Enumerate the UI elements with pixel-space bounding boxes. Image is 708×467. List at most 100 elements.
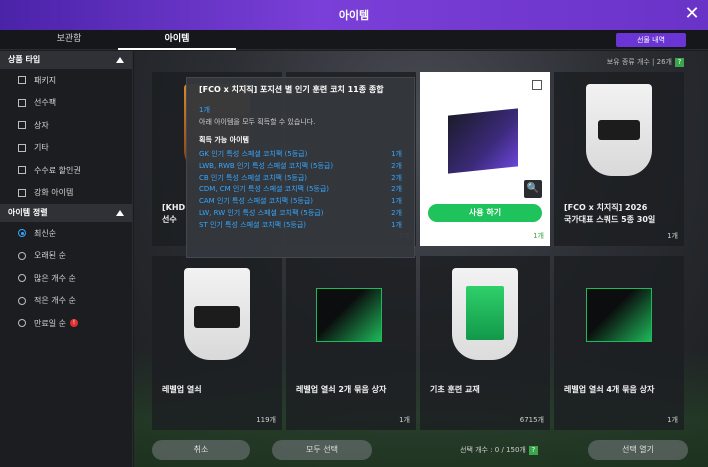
sort-expiry[interactable]: 만료일 순! — [0, 312, 132, 335]
item-count: 1개 — [667, 232, 678, 240]
item-tooltip: [FCO x 치지직] 포지션 별 인기 훈련 코치 11종 종합 1개 아래 … — [186, 77, 415, 258]
tooltip-row: LW, RW 인기 특성 스페셜 코치팩 (5등급) 2개 — [199, 208, 402, 220]
filter-player-pack[interactable]: 선수팩 — [0, 92, 132, 115]
radio[interactable] — [18, 296, 26, 305]
sort-label: 적은 개수 순 — [34, 296, 76, 306]
checkbox[interactable] — [18, 143, 26, 152]
item-image — [448, 108, 518, 174]
help-icon[interactable]: ? — [675, 58, 684, 67]
reward-qty: 2개 — [391, 173, 402, 182]
key-box-icon — [598, 120, 640, 140]
cancel-button[interactable]: 취소 — [152, 440, 250, 460]
use-button[interactable]: 사용 하기 — [428, 204, 542, 222]
zoom-icon[interactable]: 🔍 — [524, 180, 542, 198]
item-sort-header[interactable]: 아이템 정렬 — [0, 204, 132, 222]
reward-name: GK 인기 특성 스페셜 코치팩 (5등급) — [199, 150, 308, 158]
item-name: 레벨업 열쇠 2개 묶음 상자 — [296, 385, 387, 394]
item-count: 119개 — [256, 416, 276, 424]
radio[interactable] — [18, 229, 26, 238]
reward-name: ST 인기 특성 스페셜 코치팩 (5등급) — [199, 220, 307, 229]
item-card[interactable]: 레벨업 열쇠 119개 — [152, 256, 282, 430]
item-image — [586, 288, 652, 342]
item-name: [KHD — [162, 203, 186, 212]
item-count: 1개 — [399, 416, 410, 424]
item-name: 레벨업 열쇠 4개 묶음 상자 — [564, 385, 655, 394]
checkbox[interactable] — [18, 121, 26, 130]
selected-count: 선택 개수 : 0 / 150개? — [460, 445, 538, 455]
tooltip-obtainable-header: 획득 가능 아이템 — [199, 136, 249, 144]
owned-count-value: 26개 — [656, 58, 672, 66]
select-checkbox[interactable] — [532, 80, 542, 90]
bottom-action-bar: 취소 모두 선택 선택 개수 : 0 / 150개? 선택 열기 — [134, 436, 708, 467]
radio[interactable] — [18, 319, 26, 328]
filter-enhance-item[interactable]: 강화 아이템 — [0, 182, 132, 205]
sort-label: 만료일 순 — [34, 318, 66, 328]
reward-qty: 2개 — [391, 208, 402, 217]
item-card[interactable]: 기초 훈련 교재 6715개 — [420, 256, 550, 430]
checkbox[interactable] — [18, 188, 26, 197]
sort-least-count[interactable]: 적은 개수 순 — [0, 290, 132, 313]
radio[interactable] — [18, 251, 26, 260]
tab-items[interactable]: 아이템 — [118, 30, 236, 50]
reward-qty: 1개 — [391, 150, 402, 158]
sort-oldest[interactable]: 오래된 순 — [0, 245, 132, 268]
filter-box[interactable]: 상자 — [0, 114, 132, 137]
checkbox[interactable] — [18, 76, 26, 85]
item-card[interactable]: [FCO x 치지직] 2026 국가대표 스쿼드 5종 30일 1개 — [554, 72, 684, 246]
filter-etc[interactable]: 기타 — [0, 137, 132, 160]
gift-history-button[interactable]: 선물 내역 — [616, 33, 686, 47]
item-card[interactable]: 레벨업 열쇠 2개 묶음 상자 1개 — [286, 256, 416, 430]
sort-newest[interactable]: 최신순 — [0, 222, 132, 245]
tooltip-row: CDM, CM 인기 특성 스페셜 코치팩 (5등급) 2개 — [199, 184, 402, 196]
help-icon[interactable]: ? — [528, 446, 538, 455]
radio[interactable] — [18, 274, 26, 283]
item-name-line2: 선수 — [162, 215, 177, 224]
filter-label: 패키지 — [34, 75, 57, 85]
sort-label: 오래된 순 — [34, 251, 66, 261]
filter-fee-coupon[interactable]: 수수료 할인권 — [0, 159, 132, 182]
reward-name: CB 인기 특성 스페셜 코치팩 (5등급) — [199, 173, 308, 182]
item-name: [FCO x 치지직] 2026 — [564, 203, 648, 212]
filter-package[interactable]: 패키지 — [0, 69, 132, 92]
tab-storage[interactable]: 보관함 — [10, 30, 128, 50]
collapse-arrow-icon[interactable] — [116, 57, 124, 63]
item-image — [316, 288, 382, 342]
checkbox[interactable] — [18, 98, 26, 107]
collapse-arrow-icon[interactable] — [116, 210, 124, 216]
item-sort-title: 아이템 정렬 — [8, 208, 48, 217]
tooltip-row: GK 인기 특성 스페셜 코치팩 (5등급) 1개 — [199, 149, 402, 161]
tooltip-row: CB 인기 특성 스페셜 코치팩 (5등급) 2개 — [199, 173, 402, 185]
key-box-icon — [194, 306, 240, 328]
reward-name: CDM, CM 인기 특성 스페셜 코치팩 (5등급) — [199, 185, 330, 194]
owned-count: 보유 종류 개수 | 26개? — [607, 57, 684, 67]
checkbox[interactable] — [18, 166, 26, 175]
reward-qty: 2개 — [391, 185, 402, 194]
select-all-button[interactable]: 모두 선택 — [272, 440, 372, 460]
tooltip-description: 아래 아이템을 모두 획득할 수 있습니다. — [199, 118, 316, 126]
window-title: 아이템 — [338, 9, 370, 22]
item-card[interactable]: 레벨업 열쇠 4개 묶음 상자 1개 — [554, 256, 684, 430]
tooltip-row: CAM 인기 특성 스페셜 코치팩 (5등급) 1개 — [199, 196, 402, 208]
filter-label: 강화 아이템 — [34, 188, 74, 198]
product-type-header[interactable]: 상품 타입 — [0, 51, 132, 69]
reward-qty: 2개 — [391, 161, 402, 170]
close-icon[interactable]: ✕ — [682, 5, 702, 25]
item-card-selected[interactable]: 🔍 사용 하기 1개 — [420, 72, 550, 246]
tooltip-quantity: 1개 — [199, 106, 210, 114]
product-type-title: 상품 타입 — [8, 55, 41, 64]
reward-name: CAM 인기 특성 스페셜 코치팩 (5등급) — [199, 197, 314, 206]
tooltip-row: LWB, RWB 인기 특성 스페셜 코치팩 (5등급) 2개 — [199, 161, 402, 173]
filter-label: 상자 — [34, 120, 49, 130]
item-image — [586, 84, 652, 176]
reward-qty: 1개 — [391, 220, 402, 229]
filter-label: 수수료 할인권 — [34, 165, 81, 175]
item-count: 1개 — [533, 232, 544, 240]
open-selected-button[interactable]: 선택 열기 — [588, 440, 688, 460]
tooltip-title: [FCO x 치지직] 포지션 별 인기 훈련 코치 11종 종합 — [199, 85, 384, 94]
tooltip-row: ST 인기 특성 스페셜 코치팩 (5등급) 1개 — [199, 220, 402, 232]
filter-sidebar: 상품 타입 패키지 선수팩 상자 기타 수수료 할인권 강화 아이템 아이템 정… — [0, 51, 133, 467]
reward-name: LWB, RWB 인기 특성 스페셜 코치팩 (5등급) — [199, 161, 334, 170]
title-bar: 아이템 ✕ — [0, 0, 708, 30]
sort-most-count[interactable]: 많은 개수 순 — [0, 267, 132, 290]
item-image — [184, 268, 250, 360]
